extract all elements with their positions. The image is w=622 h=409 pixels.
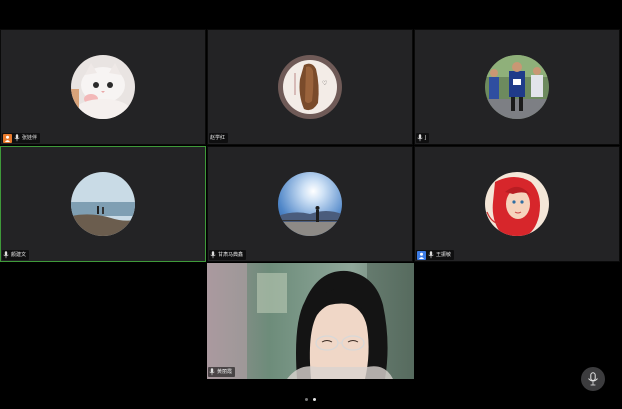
microphone-icon bbox=[209, 368, 215, 376]
participant-name-bar: 甘肃马典鑫 bbox=[209, 250, 247, 260]
microphone-icon bbox=[588, 372, 598, 386]
participant-avatar bbox=[278, 172, 342, 236]
participant-tile[interactable]: 颜建文 bbox=[0, 146, 206, 262]
mute-button[interactable] bbox=[581, 367, 605, 391]
participant-avatar bbox=[485, 55, 549, 119]
participant-name-bar: 颜建文 bbox=[2, 250, 30, 260]
top-bar bbox=[0, 0, 622, 29]
person-icon bbox=[3, 133, 12, 143]
participant-avatar bbox=[485, 172, 549, 236]
microphone-icon bbox=[417, 134, 423, 142]
participant-tile[interactable]: J bbox=[414, 29, 620, 145]
participant-tile[interactable]: 张娃伴 bbox=[0, 29, 206, 145]
page-indicator bbox=[305, 398, 316, 401]
participant-tile[interactable]: ♡ 赵学红 bbox=[207, 29, 413, 145]
participant-video-tile[interactable]: 黄丽霞 bbox=[207, 263, 414, 379]
page-dot-current[interactable] bbox=[313, 398, 316, 401]
microphone-icon bbox=[3, 251, 9, 259]
svg-text:♡: ♡ bbox=[322, 80, 327, 87]
participant-name-bar: 赵学红 bbox=[209, 133, 229, 143]
participant-tile[interactable]: 甘肃马典鑫 bbox=[207, 146, 413, 262]
camera-video-feed bbox=[207, 263, 414, 379]
participant-name: J bbox=[425, 135, 427, 141]
page-dot[interactable] bbox=[305, 398, 308, 401]
meeting-gallery-view: 张娃伴 ♡ 赵学红 J 颜建文 甘肃马典鑫 王振敏 黄丽霞 bbox=[0, 0, 622, 409]
person-icon bbox=[417, 250, 426, 260]
participant-name-bar: 张娃伴 bbox=[2, 133, 41, 143]
participant-avatar bbox=[71, 172, 135, 236]
participant-name: 赵学红 bbox=[210, 135, 226, 141]
microphone-icon bbox=[210, 251, 216, 259]
microphone-icon bbox=[428, 251, 434, 259]
participant-name-bar: J bbox=[416, 133, 430, 143]
participant-avatar bbox=[71, 55, 135, 119]
participant-name-bar: 王振敏 bbox=[416, 250, 455, 260]
participant-name: 王振敏 bbox=[436, 252, 452, 258]
participant-tile[interactable]: 王振敏 bbox=[414, 146, 620, 262]
participant-avatar: ♡ bbox=[278, 55, 342, 119]
participant-name-bar: 黄丽霞 bbox=[208, 367, 236, 377]
participant-name: 甘肃马典鑫 bbox=[218, 252, 244, 258]
microphone-icon bbox=[14, 134, 20, 142]
participant-name: 张娃伴 bbox=[22, 135, 38, 141]
participant-name: 颜建文 bbox=[11, 252, 27, 258]
participant-name: 黄丽霞 bbox=[217, 369, 233, 375]
